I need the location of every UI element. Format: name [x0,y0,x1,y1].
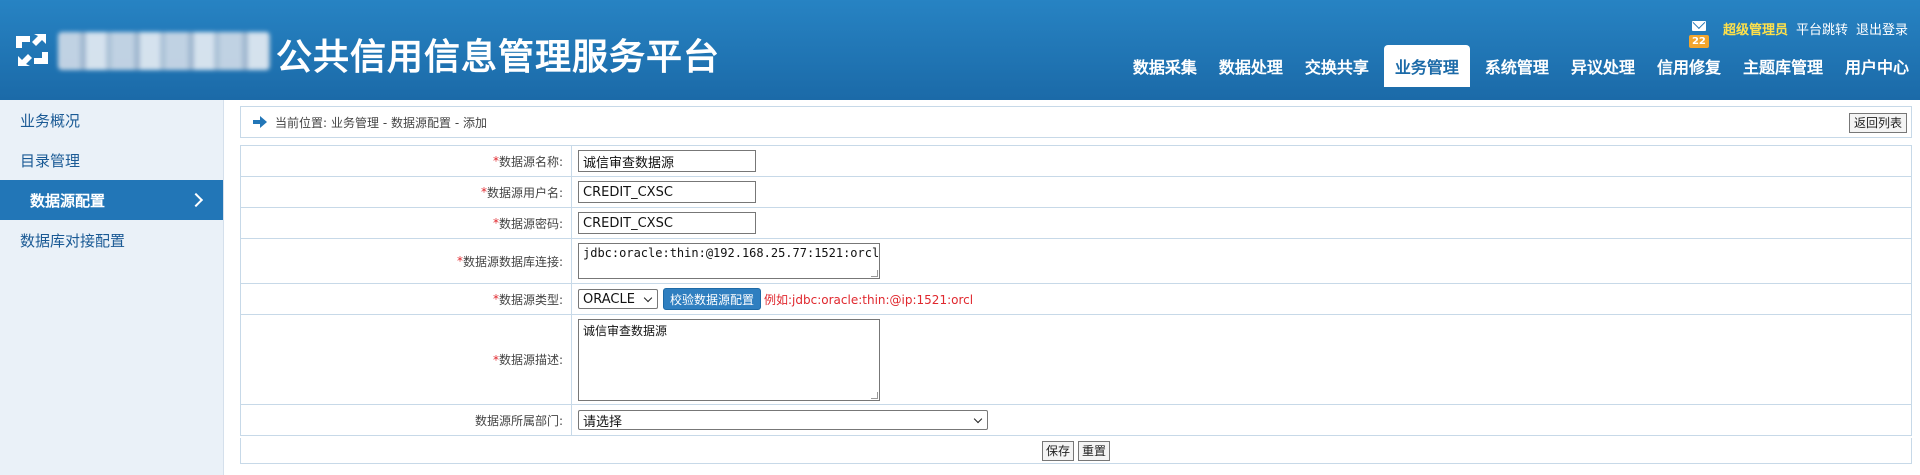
verify-datasource-button[interactable]: 校验数据源配置 [663,288,762,310]
datasource-password-input[interactable]: CREDIT_CXSC [578,212,756,234]
sidebar-item-datasource-config[interactable]: 数据源配置 [0,180,223,220]
datasource-form: * 数据源名称: 诚信审查数据源 * 数据源用户名: CREDIT_CXSC *… [240,145,1912,436]
select-value: ORACLE [583,291,635,307]
nav-item-credit-repair[interactable]: 信用修复 [1646,45,1732,87]
nav-item-theme-library[interactable]: 主题库管理 [1732,45,1834,87]
breadcrumb-path: 业务管理 - 数据源配置 - 添加 [331,115,487,130]
nav-item-exchange-share[interactable]: 交换共享 [1294,45,1380,87]
logout-link[interactable]: 退出登录 [1856,19,1908,38]
sidebar-item-label: 数据源配置 [30,191,106,210]
platform-jump-link[interactable]: 平台跳转 [1796,19,1848,38]
nav-item-system-management[interactable]: 系统管理 [1474,45,1560,87]
field-label: * 数据源用户名: [241,177,572,207]
reset-button[interactable]: 重置 [1078,440,1111,461]
form-row-password: * 数据源密码: CREDIT_CXSC [241,208,1911,239]
nav-item-data-collection[interactable]: 数据采集 [1122,45,1208,87]
field-label: * 数据源数据库连接: [241,239,572,283]
form-row-username: * 数据源用户名: CREDIT_CXSC [241,177,1911,208]
logo-refresh-icon [16,34,48,66]
main-nav: 数据采集 数据处理 交换共享 业务管理 系统管理 异议处理 信用修复 主题库管理… [1122,45,1920,87]
save-button[interactable]: 保存 [1041,440,1074,461]
description-text: 诚信审查数据源 [583,323,668,338]
label-text: 数据源所属部门: [474,413,563,428]
chevron-right-icon [188,192,204,208]
datasource-username-input[interactable]: CREDIT_CXSC [578,181,756,203]
nav-item-business-management[interactable]: 业务管理 [1383,45,1470,87]
label-text: 数据源名称: [498,154,563,169]
chevron-down-icon [973,414,983,423]
sidebar-item-label: 目录管理 [20,151,81,170]
sidebar-item-label: 业务概况 [20,111,81,130]
field-label: * 数据源密码: [241,208,572,238]
label-text: 数据源用户名: [486,185,563,200]
nav-item-data-processing[interactable]: 数据处理 [1208,45,1294,87]
form-actions: 保存 重置 [240,438,1912,464]
breadcrumb: 当前位置: 业务管理 - 数据源配置 - 添加 返回列表 [240,106,1912,138]
blurred-organization-name [58,32,270,70]
datasource-url-textarea[interactable]: jdbc:oracle:thin:@192.168.25.77:1521:orc… [578,243,880,279]
department-select[interactable]: 请选择 [578,410,988,430]
nav-item-user-center[interactable]: 用户中心 [1834,45,1920,87]
datasource-name-input[interactable]: 诚信审查数据源 [578,150,756,172]
sidebar-item-label: 数据库对接配置 [20,231,126,250]
arrow-right-icon [253,116,267,128]
field-label: * 数据源名称: [241,146,572,176]
back-to-list-button[interactable]: 返回列表 [1848,113,1907,133]
resize-handle-icon[interactable] [871,270,878,277]
datasource-description-textarea[interactable]: 诚信审查数据源 [578,318,880,401]
form-row-url: * 数据源数据库连接: jdbc:oracle:thin:@192.168.25… [241,239,1911,284]
connection-hint: 例如:jdbc:oracle:thin:@ip:1521:orcl [764,292,974,307]
form-row-type: * 数据源类型: ORACLE 校验数据源配置 例如:jdbc:oracle:t… [241,284,1911,315]
label-text: 数据源数据库连接: [462,254,563,269]
top-header: 公共信用信息管理服务平台 22 超级管理员 平台跳转 退出登录 数据采集 数据处… [0,0,1920,100]
site-title: 公共信用信息管理服务平台 [276,37,721,78]
url-text: jdbc:oracle:thin:@192.168.25.77:1521:orc… [583,246,880,260]
datasource-type-select[interactable]: ORACLE [578,289,658,309]
user-bar: 22 超级管理员 平台跳转 退出登录 [1688,18,1908,48]
label-text: 数据源描述: [498,353,563,367]
label-text: 数据源密码: [498,216,563,231]
mail-notification[interactable]: 22 [1688,19,1709,48]
sidebar-item-catalog[interactable]: 目录管理 [0,140,223,180]
field-label: * 数据源描述: [241,315,572,404]
form-row-description: * 数据源描述: 诚信审查数据源 [241,315,1911,405]
form-row-department: 数据源所属部门: 请选择 [241,405,1911,435]
sidebar: 业务概况 目录管理 数据源配置 数据库对接配置 [0,100,224,475]
field-label: 数据源所属部门: [241,405,572,435]
field-label: * 数据源类型: [241,284,572,314]
label-text: 数据源类型: [498,292,563,307]
select-value: 请选择 [583,414,623,430]
breadcrumb-label: 当前位置: [275,115,328,130]
resize-handle-icon[interactable] [871,391,878,399]
sidebar-item-overview[interactable]: 业务概况 [0,100,223,140]
chevron-down-icon [643,293,653,302]
current-user-name[interactable]: 超级管理员 [1723,19,1788,38]
form-row-name: * 数据源名称: 诚信审查数据源 [241,146,1911,177]
nav-item-objection-handling[interactable]: 异议处理 [1560,45,1646,87]
sidebar-item-db-connect-config[interactable]: 数据库对接配置 [0,220,223,260]
mail-icon[interactable] [1691,21,1706,31]
